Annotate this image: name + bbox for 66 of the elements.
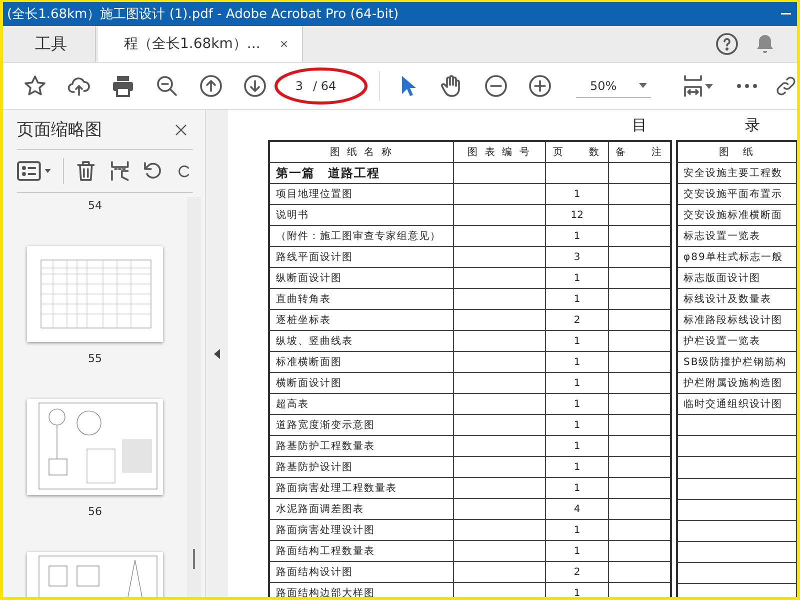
table-cell: 路面结构工程数量表 (269, 540, 454, 562)
column-header: 图 纸 (676, 141, 796, 163)
table-cell: 逐桩坐标表 (269, 310, 454, 330)
table-cell: 1 (545, 456, 609, 478)
table-cell: 纵断面设计图 (269, 268, 454, 288)
table-cell: 交安设施平面布置示 (676, 184, 796, 205)
table-cell: 1 (545, 520, 609, 540)
table-cell: 护栏附属设施构造图 (676, 372, 796, 394)
table-cell: （附件：施工图审查专家组意见） (269, 226, 454, 246)
table-cell: 12 (545, 204, 609, 226)
zoom-dropdown[interactable]: 50% (576, 74, 651, 98)
page-number: 54 (88, 199, 102, 212)
table-cell: 标志设置一览表 (676, 226, 796, 247)
table-cell: 1 (545, 540, 609, 562)
window-title: (全长1.68km）施工图设计 (1).pdf - Adobe Acrobat Pro (64-bit) (7, 6, 399, 23)
document-heading: 录 (745, 116, 760, 134)
panel-title: 页面缩略图 (17, 119, 102, 141)
table-cell: 纵坡、竖曲线表 (269, 330, 454, 352)
table-cell: 1 (545, 478, 609, 498)
table-cell: 直曲转角表 (269, 288, 454, 310)
page-number: 56 (88, 505, 102, 518)
page-number: 55 (88, 352, 102, 365)
table-cell: 1 (545, 352, 609, 372)
table-cell: 安全设施主要工程数 (676, 162, 796, 184)
table-cell: 4 (545, 498, 609, 520)
column-header: 图 纸 名 称 (269, 141, 454, 162)
table-cell: 路基防护工程数量表 (269, 436, 454, 456)
page-total: / 64 (313, 79, 336, 93)
table-cell: 超高表 (269, 394, 454, 414)
table-cell: 交安设施标准横断面 (676, 204, 796, 226)
table-cell: 路线平面设计图 (269, 246, 454, 268)
table-cell: 标线设计及数量表 (676, 288, 796, 310)
table-cell: 1 (545, 226, 609, 246)
table-cell: 标准横断面图 (269, 352, 454, 372)
table-cell: 路面病害处理工程数量表 (269, 478, 454, 498)
table-cell: 临时交通组织设计图 (676, 394, 796, 415)
table-cell: 2 (545, 562, 609, 582)
table-cell: φ89单柱式标志一般 (676, 246, 796, 268)
tab[interactable]: 程（全长1.68km）... (98, 26, 304, 62)
section-title: 第一篇 道路工程 (269, 162, 454, 184)
table-cell: 1 (545, 288, 609, 310)
table-cell: 1 (545, 184, 609, 204)
table-cell: 1 (545, 372, 609, 394)
table-cell: 护栏设置一览表 (676, 330, 796, 352)
table-cell: SB级防撞护栏钢筋构 (676, 352, 796, 373)
table-cell: 路面结构设计图 (269, 562, 454, 582)
table-cell: 3 (545, 246, 609, 268)
column-header: 图 表 编 号 (454, 141, 546, 162)
column-header: 页 数 (545, 141, 609, 162)
table-cell: 道路宽度渐变示意图 (269, 414, 454, 436)
table-cell: 标准路段标线设计图 (676, 310, 796, 331)
table-cell: 标志版面设计图 (676, 268, 796, 289)
table-cell: 项目地理位置图 (269, 184, 454, 204)
table-cell: 2 (545, 310, 609, 330)
table-cell: 1 (545, 330, 609, 352)
table-cell: 路基防护设计图 (269, 456, 454, 478)
table-cell: 路面病害处理设计图 (269, 520, 454, 540)
table-cell: 1 (545, 268, 609, 288)
table-cell: 1 (545, 436, 609, 456)
table-cell: 水泥路面调差图表 (269, 498, 454, 520)
table-cell: 横断面设计图 (269, 372, 454, 394)
page-number-field[interactable]: 3 (283, 79, 303, 93)
table-cell: 1 (545, 414, 609, 436)
document-heading: 目 (632, 116, 647, 134)
table-cell: 说明书 (269, 204, 454, 226)
table-cell: 1 (545, 394, 609, 414)
